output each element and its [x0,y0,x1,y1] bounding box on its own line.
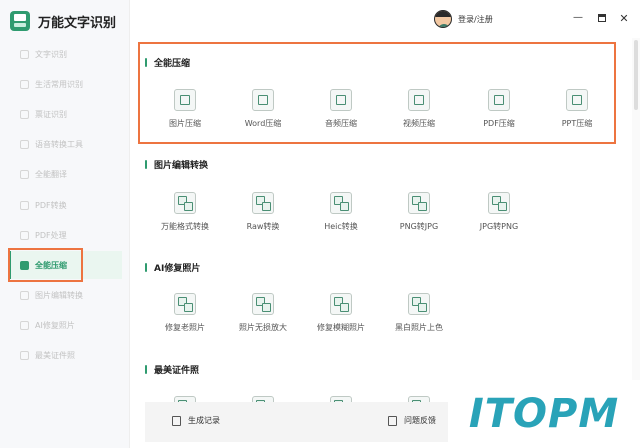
sidebar-item-label: 票证识别 [35,109,67,119]
enlarge-icon [252,293,274,315]
sidebar-item-label: 全能翻译 [35,169,67,179]
tool-repair-old-photo[interactable]: 修复老照片 [146,293,224,333]
tool-universal-format[interactable]: 万能格式转换 [146,192,224,232]
compress-icon [20,260,29,270]
sidebar-item-pdf-convert[interactable]: PDF转换 [8,191,122,219]
tool-heic-convert[interactable]: Heic转换 [302,192,380,232]
watermark: ITOPM [448,380,640,448]
tool-colorize-bw[interactable]: 黑白照片上色 [380,293,458,333]
image-edit-icon [20,290,29,300]
section-title-image-edit: 图片编辑转换 [145,158,208,171]
heic-convert-icon [330,192,352,214]
app-title: 万能文字识别 [38,15,117,31]
maximize-icon [598,14,606,22]
sidebar-item-ai-repair[interactable]: AI修复照片 [8,311,122,339]
tool-lossless-enlarge[interactable]: 照片无损放大 [224,293,302,333]
sidebar-item-label: 全能压缩 [35,260,67,270]
close-button[interactable]: ✕ [618,12,630,24]
sidebar: 万能文字识别 文字识别 生活常用识别 票证识别 语音转换工具 全能翻译 PDF转… [0,0,130,448]
maximize-button[interactable] [596,12,608,24]
png-to-jpg-icon [408,192,430,214]
blurry-photo-icon [330,293,352,315]
app-logo-icon [10,11,30,31]
avatar [434,10,452,28]
ai-repair-icon [20,320,29,330]
tool-word-compress[interactable]: Word压缩 [224,89,302,129]
tool-repair-blurry[interactable]: 修复模糊照片 [302,293,380,333]
colorize-icon [408,293,430,315]
tool-video-compress[interactable]: 视频压缩 [380,89,458,129]
sidebar-item-voice-tools[interactable]: 语音转换工具 [8,130,122,158]
tool-pdf-compress[interactable]: PDF压缩 [460,89,538,129]
image-icon [174,89,196,111]
sidebar-item-label: PDF转换 [35,200,67,210]
login-button[interactable]: 登录/注册 [434,10,493,28]
tool-image-compress[interactable]: 图片压缩 [146,89,224,129]
sidebar-item-compress[interactable]: 全能压缩 [8,251,122,279]
tool-audio-compress[interactable]: 音频压缩 [302,89,380,129]
raw-convert-icon [252,192,274,214]
video-file-icon [408,89,430,111]
tool-jpg-to-png[interactable]: JPG转PNG [460,192,538,232]
tool-png-to-jpg[interactable]: PNG转JPG [380,192,458,232]
id-photo-icon [20,350,29,360]
pdf-file-icon [488,89,510,111]
section-title-ai-repair: AI修复照片 [145,261,200,274]
sidebar-item-life-ocr[interactable]: 生活常用识别 [8,70,122,98]
audio-file-icon [330,89,352,111]
records-button[interactable]: 生成记录 [172,415,220,426]
section-title-compress: 全能压缩 [145,56,190,69]
sidebar-item-label: AI修复照片 [35,320,75,330]
text-ocr-icon [20,49,29,59]
sidebar-item-label: PDF处理 [35,230,67,240]
watermark-text: ITOPM [468,391,620,437]
sidebar-item-id-photo[interactable]: 最美证件照 [8,341,122,369]
microphone-icon [20,139,29,149]
sidebar-item-pdf-process[interactable]: PDF处理 [8,221,122,249]
login-label: 登录/注册 [458,14,493,24]
minimize-button[interactable]: — [572,12,584,24]
sidebar-item-image-edit[interactable]: 图片编辑转换 [8,281,122,309]
old-photo-icon [174,293,196,315]
tool-raw-convert[interactable]: Raw转换 [224,192,302,232]
sidebar-item-ticket-ocr[interactable]: 票证识别 [8,100,122,128]
sidebar-item-label: 最美证件照 [35,350,75,360]
ppt-file-icon [566,89,588,111]
sidebar-item-label: 图片编辑转换 [35,290,83,300]
app-brand: 万能文字识别 [10,9,116,33]
feedback-icon [388,415,397,426]
active-indicator [8,251,11,279]
sidebar-item-label: 文字识别 [35,49,67,59]
format-convert-icon [174,192,196,214]
scrollbar-thumb[interactable] [634,40,638,110]
sidebar-item-translate[interactable]: 全能翻译 [8,160,122,188]
pdf-process-icon [20,230,29,240]
clipboard-icon [172,415,181,426]
sidebar-item-label: 生活常用识别 [35,79,83,89]
word-file-icon [252,89,274,111]
pdf-convert-icon [20,200,29,210]
translate-icon [20,169,29,179]
ticket-icon [20,109,29,119]
feedback-button[interactable]: 问题反馈 [388,415,436,426]
tool-ppt-compress[interactable]: PPT压缩 [538,89,616,129]
sidebar-item-label: 语音转换工具 [35,139,83,149]
section-title-id-photo: 最美证件照 [145,363,199,376]
jpg-to-png-icon [488,192,510,214]
sidebar-item-text-ocr[interactable]: 文字识别 [8,40,122,68]
life-ocr-icon [20,79,29,89]
